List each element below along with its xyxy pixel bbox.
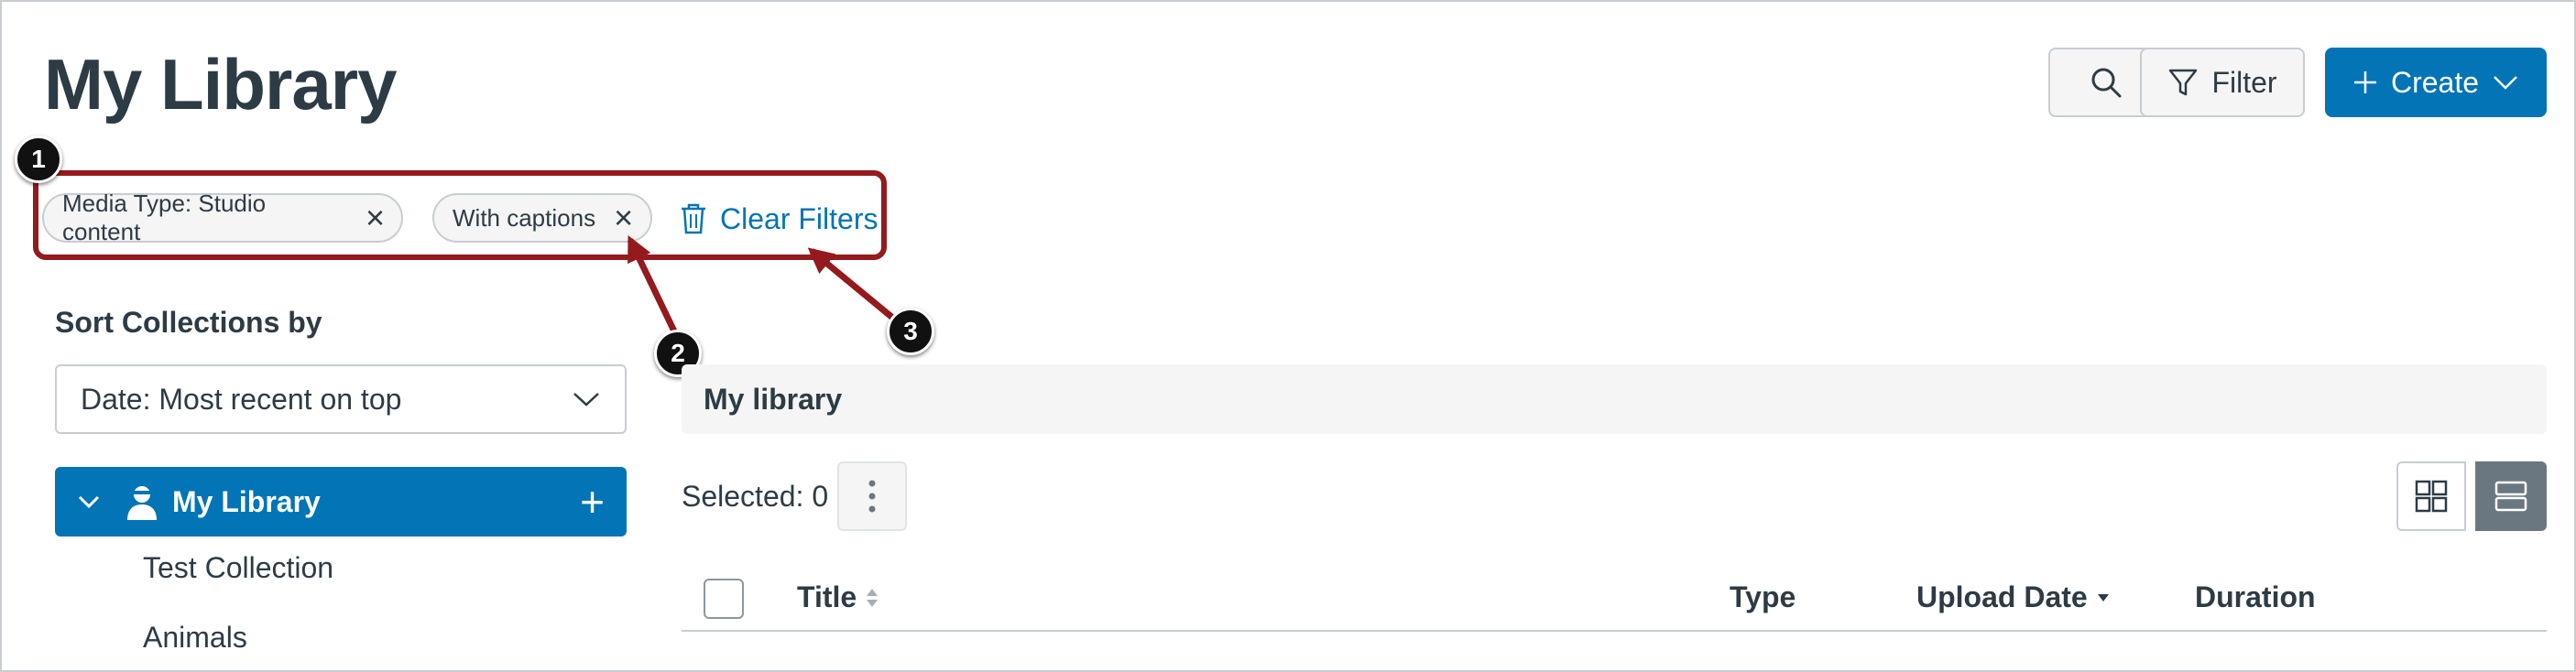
callout-badge-1: 1 xyxy=(15,135,62,183)
column-type-label: Type xyxy=(1730,580,1796,613)
sidebar-item-test-collection[interactable]: Test Collection xyxy=(143,551,333,585)
create-button[interactable]: Create xyxy=(2325,48,2547,117)
kebab-icon xyxy=(868,480,876,513)
sidebar-item-label: My Library xyxy=(172,484,321,518)
page-title: My Library xyxy=(44,44,397,125)
chevron-down-icon[interactable] xyxy=(77,493,101,510)
grid-icon xyxy=(2415,480,2448,513)
sort-collections-label: Sort Collections by xyxy=(55,306,322,339)
column-upload-date[interactable]: Upload Date xyxy=(1916,580,2110,614)
more-options-button[interactable] xyxy=(837,461,907,531)
sort-select[interactable]: Date: Most recent on top xyxy=(55,364,627,434)
column-upload-date-label: Upload Date xyxy=(1916,580,2088,613)
section-title: My library xyxy=(682,364,2547,434)
add-collection-icon[interactable]: + xyxy=(580,481,605,523)
search-icon xyxy=(2090,66,2123,99)
column-title[interactable]: Title xyxy=(797,580,879,614)
sort-select-value: Date: Most recent on top xyxy=(81,382,402,416)
sidebar-item-my-library[interactable]: My Library + xyxy=(55,467,627,537)
callout-badge-3: 3 xyxy=(887,308,934,355)
list-icon xyxy=(2494,480,2527,513)
chevron-down-icon xyxy=(2492,73,2519,92)
column-duration[interactable]: Duration xyxy=(2195,580,2316,614)
filter-button[interactable]: Filter xyxy=(2140,48,2305,117)
column-duration-label: Duration xyxy=(2195,580,2316,613)
sidebar-item-animals[interactable]: Animals xyxy=(143,621,247,655)
select-all-checkbox[interactable] xyxy=(704,579,744,619)
sort-desc-icon xyxy=(2097,592,2110,603)
chevron-down-icon xyxy=(572,390,601,408)
selected-count: Selected: 0 xyxy=(682,480,829,513)
list-view-button[interactable] xyxy=(2475,461,2547,531)
column-title-label: Title xyxy=(797,580,857,613)
user-icon xyxy=(125,483,159,520)
filter-button-label: Filter xyxy=(2211,65,2277,99)
grid-view-button[interactable] xyxy=(2396,461,2466,531)
filter-icon xyxy=(2167,67,2199,98)
plus-icon xyxy=(2352,70,2378,95)
create-button-label: Create xyxy=(2390,65,2480,99)
table-header: Title Type Upload Date Duration xyxy=(682,566,2547,632)
sort-icon xyxy=(866,587,879,609)
callout-highlight-box xyxy=(33,170,887,260)
column-type[interactable]: Type xyxy=(1730,580,1796,614)
